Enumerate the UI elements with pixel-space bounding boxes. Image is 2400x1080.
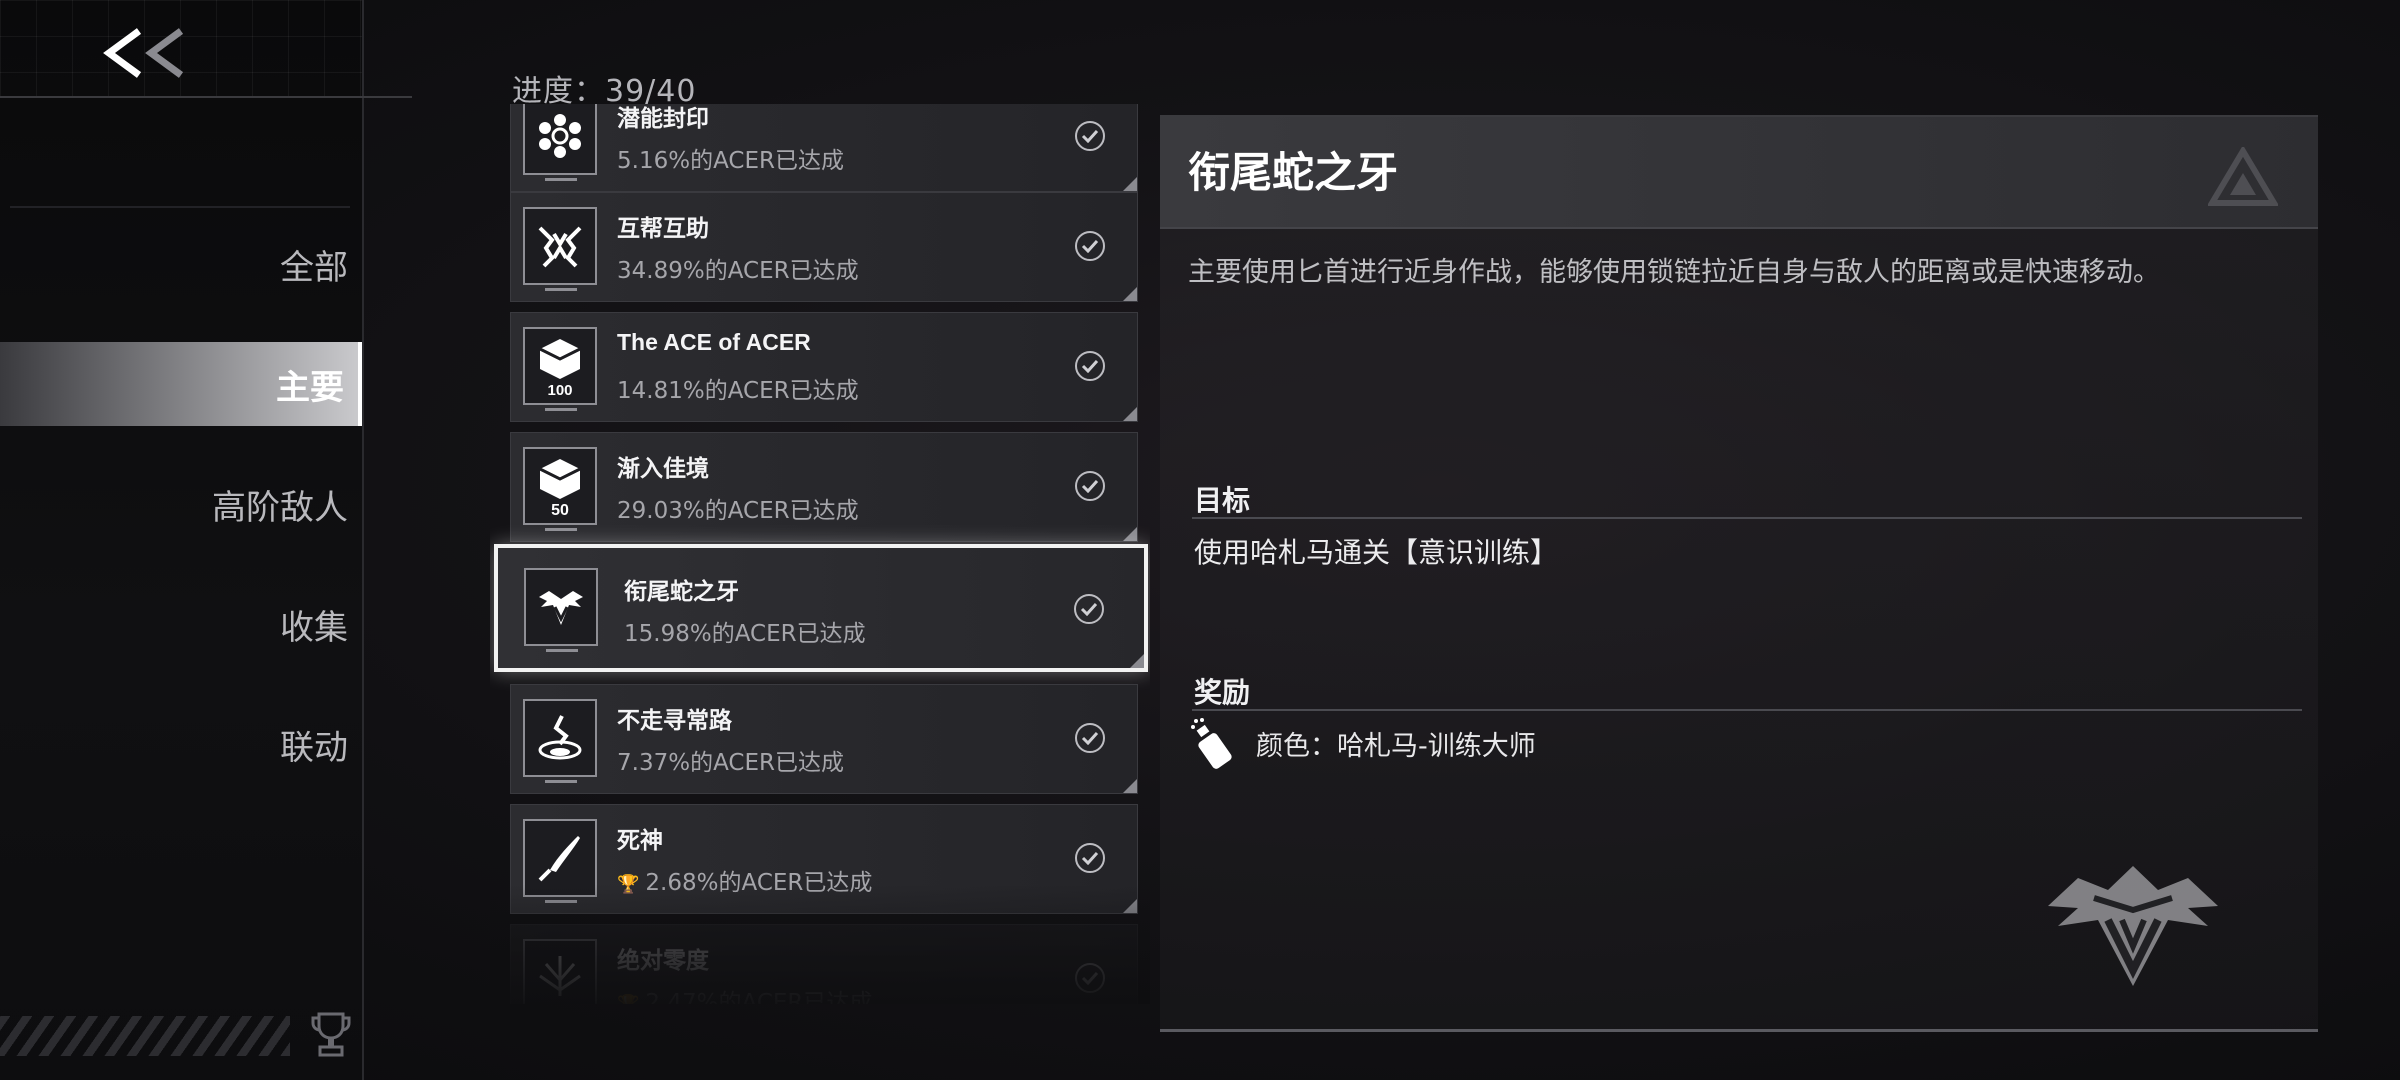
check-icon: [1074, 594, 1104, 624]
achievement-card[interactable]: 绝对零度 🏆 2.47%的ACER已达成: [510, 924, 1138, 1004]
nav-item-label: 收集: [280, 607, 348, 648]
cube-icon-number: 100: [547, 382, 572, 397]
reward-text: 颜色：哈札马-训练大师: [1256, 730, 1536, 762]
achievement-card-selected[interactable]: 衔尾蛇之牙 15.98%的ACER已达成: [494, 544, 1148, 672]
double-chevron-left-icon: [103, 28, 184, 78]
achievement-card[interactable]: 死神 🏆 2.68%的ACER已达成: [510, 804, 1138, 914]
nav-item-label: 全部: [280, 247, 348, 288]
achievement-card[interactable]: 不走寻常路 7.37%的ACER已达成: [510, 684, 1138, 794]
back-button[interactable]: [92, 18, 202, 88]
logo-watermark-icon: [2208, 147, 2278, 206]
unusual-path-icon: [523, 699, 597, 783]
achievement-card[interactable]: 100 The ACE of ACER 14.81%的ACER已达成: [510, 312, 1138, 422]
nav-item-label: 主要: [276, 367, 344, 408]
nav-item-label: 高阶敌人: [212, 487, 348, 528]
trophy-small-icon: 🏆: [617, 994, 639, 1004]
achievement-title: 互帮互助: [617, 215, 709, 241]
nav-item-elite-enemies[interactable]: 高阶敌人: [0, 462, 362, 546]
achievement-list[interactable]: 潜能封印 5.16%的ACER已达成 互帮互助 34.89%的ACER已达成 1…: [490, 104, 1150, 1004]
achievement-title: The ACE of ACER: [617, 329, 811, 355]
cube-icon-number: 50: [551, 502, 569, 517]
header-divider: [0, 96, 412, 98]
mutual-aid-icon: [523, 207, 597, 291]
sidebar-divider: [10, 206, 350, 208]
achievement-percent-row: 🏆 2.47%的ACER已达成: [617, 983, 872, 1004]
nav-item-collection[interactable]: 收集: [0, 582, 362, 666]
reaper-blade-icon: [523, 819, 597, 903]
check-icon: [1075, 121, 1105, 151]
achievement-percent: 29.03%的ACER已达成: [617, 498, 859, 524]
goal-label: 目标: [1194, 484, 1251, 517]
achievement-title: 渐入佳境: [617, 455, 709, 481]
reward-label: 奖励: [1194, 676, 1251, 709]
absolute-zero-icon: [523, 939, 597, 1004]
goal-text: 使用哈札马通关【意识训练】: [1194, 536, 1559, 569]
achievement-percent: 34.89%的ACER已达成: [617, 258, 859, 284]
spray-can-icon: [1191, 718, 1232, 769]
reward-item: 颜色：哈札马-训练大师: [1190, 717, 1536, 769]
check-icon: [1075, 471, 1105, 501]
achievement-card[interactable]: 互帮互助 34.89%的ACER已达成: [510, 192, 1138, 302]
reward-divider: [1192, 709, 2302, 711]
check-icon: [1075, 723, 1105, 753]
achievement-title: 潜能封印: [617, 105, 709, 131]
nav-item-main[interactable]: 主要: [0, 342, 362, 426]
cube-100-icon: 100: [523, 327, 597, 411]
achievement-percent-row: 🏆 2.68%的ACER已达成: [617, 863, 872, 897]
serpent-fang-icon: [524, 568, 598, 652]
nav-item-collab[interactable]: 联动: [0, 702, 362, 786]
detail-title: 衔尾蛇之牙: [1188, 148, 1399, 197]
achievement-percent: 15.98%的ACER已达成: [624, 621, 866, 647]
achievement-percent: 2.47%的ACER已达成: [645, 990, 873, 1004]
check-icon: [1075, 351, 1105, 381]
achievement-title: 衔尾蛇之牙: [624, 578, 739, 604]
serpent-fang-emblem-icon: [2048, 866, 2218, 986]
achievement-detail-panel: 衔尾蛇之牙 主要使用匕首进行近身作战，能够使用锁链拉近自身与敌人的距离或是快速移…: [1160, 115, 2318, 1032]
achievement-percent: 7.37%的ACER已达成: [617, 750, 844, 776]
nav-item-label: 联动: [280, 727, 348, 768]
achievement-title: 不走寻常路: [617, 707, 732, 733]
achievement-card[interactable]: 潜能封印 5.16%的ACER已达成: [510, 104, 1138, 192]
trophy-small-icon: 🏆: [617, 874, 640, 895]
stripe-decoration: [0, 1016, 290, 1056]
nav-item-all[interactable]: 全部: [0, 222, 362, 306]
check-icon: [1075, 843, 1105, 873]
achievement-card[interactable]: 50 渐入佳境 29.03%的ACER已达成: [510, 432, 1138, 542]
check-icon: [1075, 963, 1105, 993]
category-nav: 全部 主要 高阶敌人 收集 联动: [0, 222, 362, 822]
achievement-title: 死神: [617, 827, 663, 853]
detail-bottom-border: [1160, 1029, 2318, 1032]
trophy-icon: [311, 1012, 351, 1057]
sidebar: 全部 主要 高阶敌人 收集 联动: [0, 0, 364, 1080]
achievement-percent: 5.16%的ACER已达成: [617, 148, 844, 174]
cube-50-icon: 50: [523, 447, 597, 531]
achievement-percent: 2.68%的ACER已达成: [645, 870, 873, 896]
goal-divider: [1192, 517, 2302, 519]
seal-icon: [523, 104, 597, 181]
detail-description: 主要使用匕首进行近身作战，能够使用锁链拉近自身与敌人的距离或是快速移动。: [1188, 257, 2160, 288]
detail-header: 衔尾蛇之牙: [1160, 117, 2318, 229]
achievement-title: 绝对零度: [617, 947, 709, 973]
check-icon: [1075, 231, 1105, 261]
achievement-percent: 14.81%的ACER已达成: [617, 378, 859, 404]
